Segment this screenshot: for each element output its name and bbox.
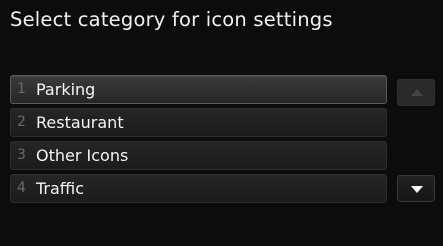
item-number: 4 [17,180,26,196]
list-item-other-icons[interactable]: 3 Other Icons [10,141,387,170]
item-label: Traffic [36,179,85,198]
list-item-traffic[interactable]: 4 Traffic [10,174,387,203]
item-number: 2 [17,114,26,130]
page-title: Select category for icon settings [10,8,333,31]
item-label: Other Icons [36,146,129,165]
scroll-up-button[interactable] [397,79,435,106]
item-label: Parking [36,80,96,99]
item-number: 1 [17,81,26,97]
chevron-up-icon [411,89,423,96]
list-item-restaurant[interactable]: 2 Restaurant [10,108,387,137]
list-item-parking[interactable]: 1 Parking [10,75,387,104]
chevron-down-icon [411,186,423,193]
scroll-down-button[interactable] [397,175,435,202]
item-label: Restaurant [36,113,124,132]
item-number: 3 [17,147,26,163]
category-list: 1 Parking 2 Restaurant 3 Other Icons 4 T… [10,75,387,207]
